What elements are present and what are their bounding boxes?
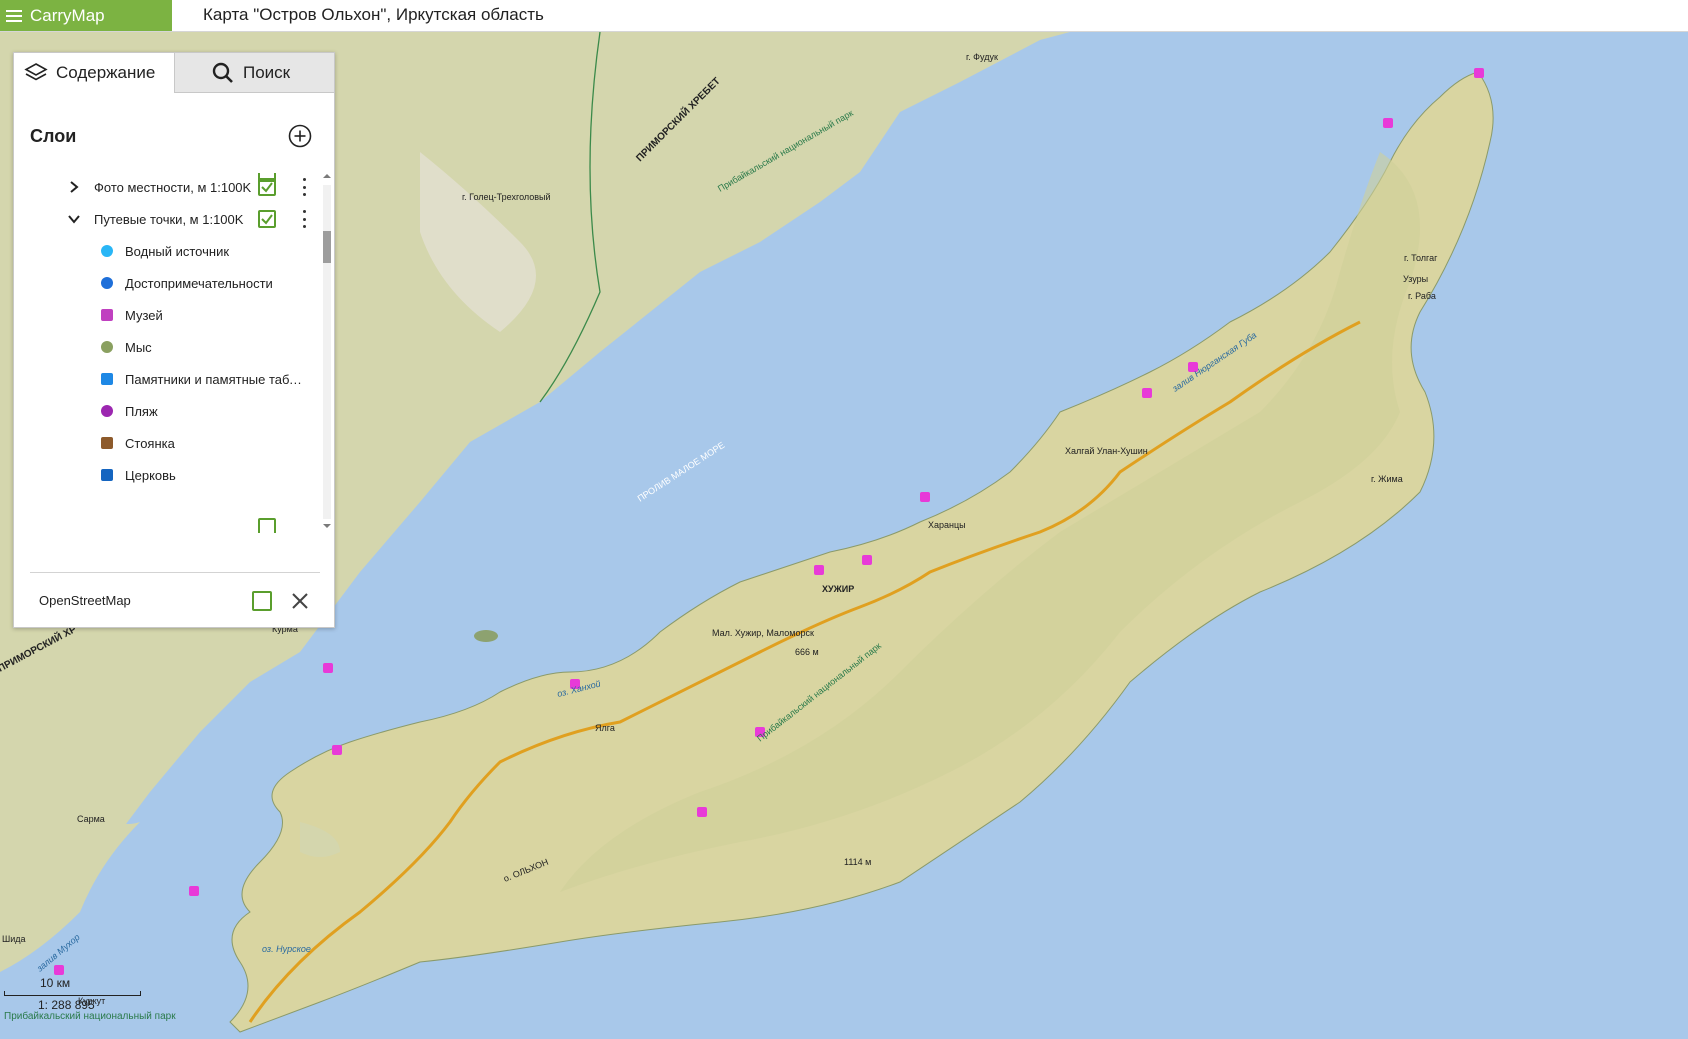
label-fuduk: г. Фудук [966, 52, 998, 62]
label-khuzhir: ХУЖИР [822, 584, 854, 594]
layers-title: Слои [30, 126, 77, 146]
label-golets: г. Голец-Трехголовый [462, 192, 551, 202]
label-sarma: Сарма [77, 814, 105, 824]
label-shida: Шида [2, 934, 26, 944]
layer-checkbox[interactable] [258, 518, 276, 533]
legend-item: Пляж [14, 395, 319, 427]
legend-label: Водный источник [125, 243, 230, 259]
legend-item: Памятники и памятные табл... [14, 363, 319, 395]
chevron-right-icon[interactable] [67, 180, 81, 194]
layer-list-scrollbar[interactable] [321, 171, 333, 533]
legend-label: Стоянка [125, 435, 175, 451]
small-island [474, 630, 498, 642]
base-layer-label: OpenStreetMap [39, 593, 131, 608]
poi-marker [1142, 388, 1152, 398]
layer-row-photo[interactable]: Фото местности, м 1:100K [14, 173, 319, 203]
panel-tabs: Содержание Поиск [14, 53, 334, 93]
legend-label: Памятники и памятные табл... [125, 371, 305, 387]
label-yalga: Ялга [595, 723, 615, 733]
legend-label: Музей [125, 307, 163, 323]
add-layer-icon[interactable] [288, 124, 312, 148]
app-brand: CarryMap [0, 0, 172, 31]
legend-item: Достопримечательности [14, 267, 319, 299]
legend-label: Достопримечательности [125, 275, 273, 291]
poi-marker [323, 663, 333, 673]
tab-search[interactable]: Поиск [174, 53, 334, 93]
scroll-up-icon[interactable] [322, 171, 332, 181]
layers-icon [24, 63, 48, 81]
legend-label: Церковь [125, 467, 176, 483]
legend-item: Водный источник [14, 235, 319, 267]
more-options-icon[interactable] [301, 210, 307, 228]
layer-checkbox[interactable] [258, 210, 276, 228]
layer-checkbox[interactable] [258, 178, 276, 196]
poi-marker [1383, 118, 1393, 128]
label-khalgai: Халгай Улан-Хушин [1065, 446, 1148, 456]
camp-icon [101, 437, 113, 449]
monument-icon [101, 373, 113, 385]
poi-marker [332, 745, 342, 755]
label-nurskoe: оз. Нурское [262, 944, 311, 954]
layer-label: Путевые точки, м 1:100K [94, 211, 244, 227]
scroll-down-icon[interactable] [322, 521, 332, 531]
scale-ratio: 1: 288 895 [38, 998, 95, 1012]
tab-contents-label: Содержание [56, 63, 156, 82]
poi-marker [1474, 68, 1484, 78]
label-raba: г. Раба [1408, 291, 1436, 301]
legend-label: Мыс [125, 339, 152, 355]
close-icon[interactable] [290, 591, 310, 611]
map-title: Карта "Остров Ольхон", Иркутская область [203, 5, 544, 24]
scale-distance: 10 км [40, 976, 71, 990]
scrollbar-thumb[interactable] [323, 231, 331, 263]
search-icon [212, 62, 233, 83]
legend-item: Церковь [14, 459, 319, 491]
label-zhima: г. Жима [1371, 474, 1403, 484]
poi-marker [814, 565, 824, 575]
museum-icon [101, 309, 113, 321]
chevron-down-icon[interactable] [67, 212, 81, 226]
tab-search-label: Поиск [243, 62, 291, 82]
label-tolgai: г. Толгаг [1404, 253, 1438, 263]
sight-icon [101, 277, 113, 289]
poi-marker [697, 807, 707, 817]
label-uzury: Узуры [1403, 274, 1428, 284]
menu-icon[interactable] [6, 9, 22, 22]
layer-label: Фото местности, м 1:100K [94, 179, 252, 195]
layer-row-partial [14, 511, 319, 533]
app-name: CarryMap [30, 5, 105, 25]
scale-park-label: Прибайкальский национальный парк [4, 1011, 176, 1022]
legend-label: Пляж [125, 403, 158, 419]
layer-list: Фото местности, м 1:100K Путевые точки, … [14, 173, 319, 533]
base-layer-checkbox[interactable] [252, 591, 272, 611]
contents-panel: Содержание Поиск Слои Фото местности, м … [13, 52, 335, 628]
top-bar: CarryMap Карта "Остров Ольхон", Иркутска… [0, 0, 1688, 32]
poi-marker [862, 555, 872, 565]
legend-item: Стоянка [14, 427, 319, 459]
church-icon [101, 469, 113, 481]
poi-marker [54, 965, 64, 975]
legend-item: Музей [14, 299, 319, 331]
divider [30, 572, 320, 573]
beach-icon [101, 405, 113, 417]
tab-contents[interactable]: Содержание [14, 53, 174, 93]
base-layer-row: OpenStreetMap [14, 583, 334, 619]
label-kharantsy: Харанцы [928, 520, 966, 530]
legend-item: Мыс [14, 331, 319, 363]
layer-row-waypoints[interactable]: Путевые точки, м 1:100K [14, 203, 319, 235]
label-peak-1114: 1114 м [844, 857, 871, 867]
label-peak-666: 666 м [795, 647, 819, 657]
water-source-icon [101, 245, 113, 257]
more-options-icon[interactable] [301, 178, 307, 196]
poi-marker [920, 492, 930, 502]
cape-icon [101, 341, 113, 353]
map-scale: 10 км 1: 288 895 Прибайкальский национал… [4, 976, 184, 1036]
scale-bar [4, 991, 141, 996]
label-mal-khuzhir: Мал. Хужир, Маломорск [712, 628, 814, 638]
poi-marker [189, 886, 199, 896]
